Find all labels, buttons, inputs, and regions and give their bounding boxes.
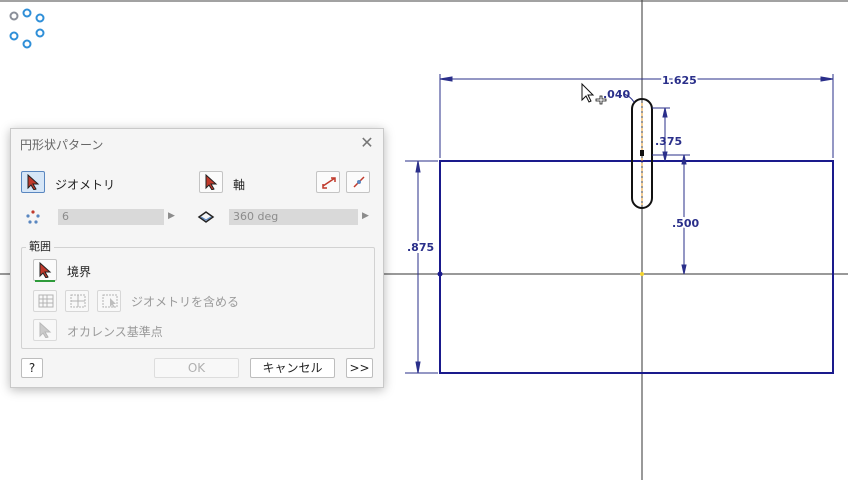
select-arrow-icon — [205, 174, 218, 190]
circular-pattern-dialog: 円形状パターン ✕ ジオメトリ 軸 6 ▶ 360 deg ▶ 範囲 境界 ジオ… — [10, 128, 384, 388]
flip-direction-icon — [322, 177, 336, 189]
slot-center-point[interactable] — [640, 150, 644, 156]
occurrence-count-field[interactable]: 6 — [58, 209, 164, 225]
select-arrow-icon — [39, 322, 52, 338]
dimension-overall-height[interactable] — [405, 160, 438, 374]
select-arrow-icon — [39, 262, 52, 278]
sketch-rectangle[interactable] — [439, 160, 834, 374]
geometry-label: ジオメトリ — [55, 178, 116, 192]
origin-point[interactable] — [640, 272, 644, 276]
select-arrow-icon — [27, 174, 40, 190]
angle-dropdown-arrow-icon[interactable]: ▶ — [362, 211, 369, 221]
include-geometry-label: ジオメトリを含める — [131, 295, 240, 309]
occurrence-base-point-label: オカレンス基準点 — [67, 325, 163, 339]
occurrence-count-icon — [26, 210, 40, 224]
dimension-center-offset[interactable] — [652, 154, 690, 275]
dim-overall-width-text[interactable]: 1.625 — [660, 72, 699, 89]
dim-center-offset-text[interactable]: .500 — [670, 215, 701, 232]
close-icon[interactable]: ✕ — [357, 133, 377, 153]
cancel-button[interactable]: キャンセル — [250, 358, 335, 378]
grid-inside-icon — [70, 294, 86, 308]
loading-spinner-icon — [9, 8, 45, 49]
midplane-button[interactable] — [346, 171, 370, 193]
help-button[interactable]: ? — [21, 358, 43, 378]
include-inside-button[interactable] — [65, 290, 89, 312]
dim-overall-height-text[interactable]: .875 — [405, 239, 436, 256]
dialog-title: 円形状パターン — [20, 138, 104, 152]
left-midpoint[interactable] — [437, 271, 443, 277]
include-all-button[interactable] — [33, 290, 57, 312]
range-group-title: 範囲 — [26, 238, 54, 254]
dimension-overall-width[interactable] — [439, 74, 834, 158]
help-icon: ? — [28, 361, 36, 375]
axis-label: 軸 — [233, 178, 246, 192]
midplane-icon — [353, 176, 365, 188]
occurrence-angle-field[interactable]: 360 deg — [229, 209, 358, 225]
grid-select-icon — [102, 294, 118, 308]
occurrence-angle-icon — [197, 211, 215, 223]
boundary-select-button[interactable] — [33, 259, 57, 281]
dim-slot-top-text[interactable]: .375 — [655, 135, 682, 148]
grid-all-icon — [38, 294, 54, 308]
boundary-active-indicator — [35, 280, 55, 282]
ok-button[interactable]: OK — [154, 358, 239, 378]
occurrence-base-point-button[interactable] — [33, 319, 57, 341]
flip-direction-button[interactable] — [316, 171, 340, 193]
more-options-button[interactable]: >> — [346, 358, 373, 378]
geometry-select-button[interactable] — [21, 171, 45, 193]
axis-select-button[interactable] — [199, 171, 223, 193]
boundary-label: 境界 — [67, 265, 92, 279]
include-select-button[interactable] — [97, 290, 121, 312]
count-dropdown-arrow-icon[interactable]: ▶ — [168, 211, 175, 221]
dim-slot-width-text[interactable]: .040 — [603, 88, 630, 101]
dialog-titlebar[interactable]: 円形状パターン ✕ — [11, 129, 383, 157]
